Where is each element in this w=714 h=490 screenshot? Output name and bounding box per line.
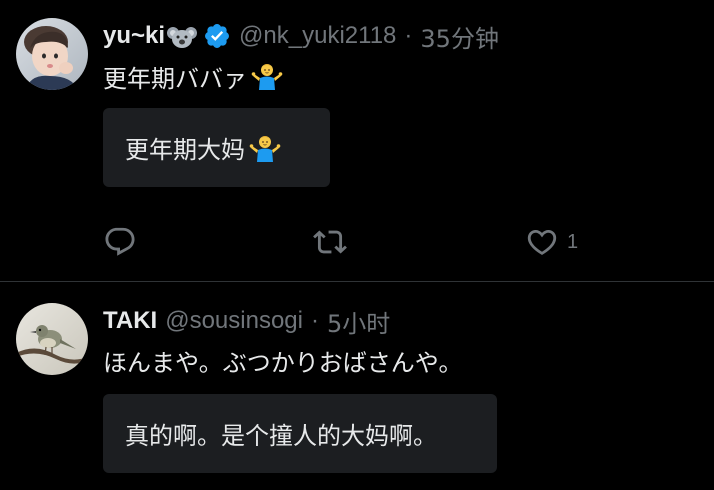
- retweet-button[interactable]: [313, 222, 347, 262]
- shrug-emoji-icon: [249, 132, 281, 164]
- timestamp[interactable]: 5小时: [327, 304, 390, 339]
- translation-text: 真的啊。是个撞人的大妈啊。: [125, 422, 437, 450]
- tweet-text-content: 更年期ババァ: [103, 64, 247, 93]
- tweet-header: yu~ki @nk_yuki2118 · 35分钟: [103, 19, 499, 54]
- koala-emoji-icon: [167, 24, 198, 50]
- tweet[interactable]: yu~ki @nk_yuki2118 · 35分钟 更年期ババァ 更年期大妈 1: [0, 0, 714, 281]
- tweet-header: TAKI @sousinsogi · 5小时: [103, 304, 390, 339]
- tweet-text: 更年期ババァ: [103, 58, 283, 94]
- retweet-icon: [313, 230, 347, 254]
- like-button[interactable]: 1: [525, 222, 578, 262]
- timestamp[interactable]: 35分钟: [420, 19, 499, 54]
- tweet-actions: 1: [103, 222, 583, 262]
- handle[interactable]: @nk_yuki2118: [239, 22, 396, 50]
- translation-text: 更年期大妈: [125, 136, 245, 164]
- avatar[interactable]: [16, 18, 88, 90]
- separator-dot: ·: [404, 22, 413, 49]
- reply-icon: [105, 227, 135, 256]
- handle[interactable]: @sousinsogi: [165, 307, 303, 335]
- tweet-text: ほんまや。ぶつかりおばさんや。: [103, 342, 463, 378]
- tweet[interactable]: TAKI @sousinsogi · 5小时 ほんまや。ぶつかりおばさんや。 真…: [0, 282, 714, 490]
- heart-icon: [527, 229, 557, 255]
- tweet-text-content: ほんまや。ぶつかりおばさんや。: [103, 348, 463, 377]
- like-count: 1: [567, 230, 579, 253]
- avatar[interactable]: [16, 303, 88, 375]
- translation-box: 真的啊。是个撞人的大妈啊。: [103, 394, 497, 473]
- separator-dot: ·: [310, 307, 319, 334]
- shrug-emoji-icon: [251, 60, 283, 92]
- display-name[interactable]: yu~ki: [103, 22, 165, 50]
- reply-button[interactable]: [103, 222, 137, 262]
- translation-box: 更年期大妈: [103, 108, 330, 187]
- verified-badge-icon: [203, 22, 231, 50]
- display-name[interactable]: TAKI: [103, 307, 157, 335]
